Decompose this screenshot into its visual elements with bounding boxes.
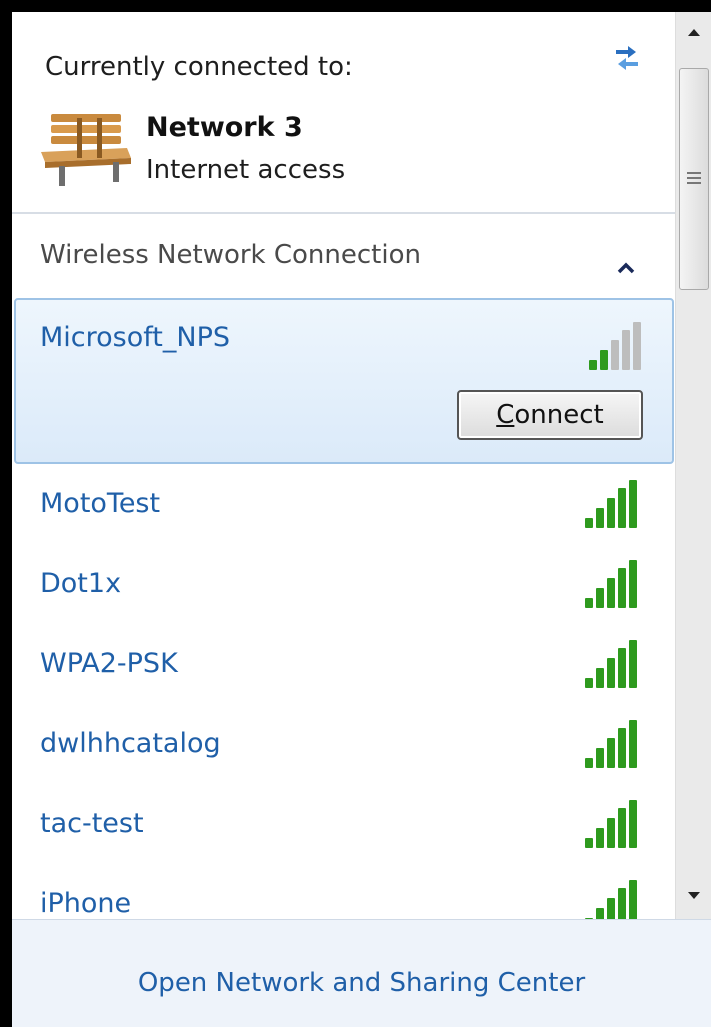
signal-strength-icon [583, 720, 643, 768]
bench-icon [37, 110, 135, 190]
connect-mnemonic: C [496, 400, 515, 430]
network-name: Microsoft_NPS [40, 322, 230, 353]
selected-network-card[interactable]: Microsoft_NPS Connect [14, 298, 674, 464]
signal-strength-icon [583, 480, 643, 528]
grip-icon [687, 172, 701, 187]
refresh-icon[interactable] [610, 36, 644, 70]
footer: Open Network and Sharing Center [12, 919, 711, 1027]
network-name: tac-test [40, 808, 144, 839]
network-row[interactable]: WPA2-PSK [12, 640, 672, 720]
network-row[interactable]: Dot1x [12, 560, 672, 640]
signal-strength-icon [587, 322, 647, 370]
connect-label: onnect [514, 400, 604, 430]
signal-strength-icon [583, 560, 643, 608]
section-heading: Wireless Network Connection [40, 240, 421, 270]
network-name: WPA2-PSK [40, 648, 178, 679]
divider [12, 212, 675, 214]
chevron-up-icon[interactable] [617, 259, 635, 274]
scrollbar[interactable] [675, 12, 711, 919]
network-row[interactable]: tac-test [12, 800, 672, 880]
network-name: iPhone [40, 888, 132, 919]
open-network-sharing-center-link[interactable]: Open Network and Sharing Center [12, 968, 711, 998]
scroll-down-arrow-icon[interactable] [676, 876, 711, 916]
network-name: Dot1x [40, 568, 122, 599]
scroll-thumb[interactable] [679, 68, 709, 290]
network-row[interactable]: dwlhhcatalog [12, 720, 672, 800]
current-network-name: Network 3 [146, 112, 303, 143]
network-name: dwlhhcatalog [40, 728, 221, 759]
current-network-status: Internet access [146, 155, 346, 185]
network-name: MotoTest [40, 488, 161, 519]
connected-heading: Currently connected to: [45, 52, 353, 82]
signal-strength-icon [583, 800, 643, 848]
network-row[interactable]: MotoTest [12, 480, 672, 560]
connect-button[interactable]: Connect [457, 390, 643, 440]
scroll-up-arrow-icon[interactable] [676, 12, 711, 52]
network-flyout: Currently connected to: Network 3 Intern… [12, 12, 711, 1027]
signal-strength-icon [583, 640, 643, 688]
